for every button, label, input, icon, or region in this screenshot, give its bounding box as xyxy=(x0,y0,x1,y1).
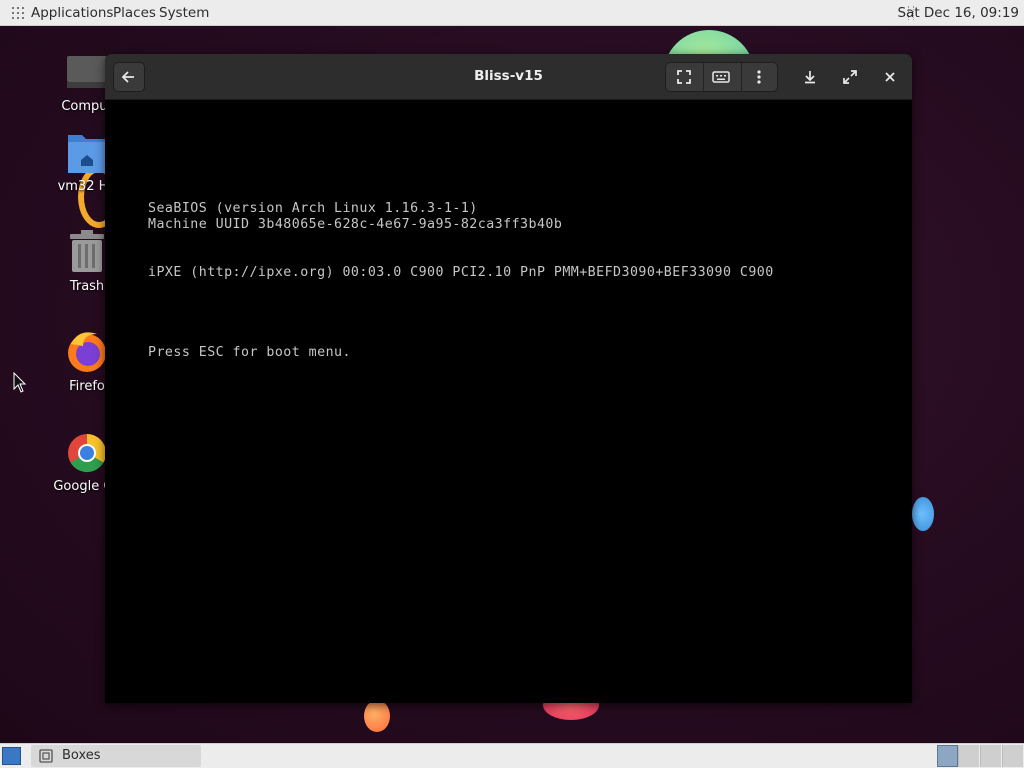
menu-icon xyxy=(757,70,761,84)
applications-grid-icon[interactable] xyxy=(12,7,24,19)
keyboard-icon xyxy=(712,71,730,83)
bottom-panel: Boxes xyxy=(0,743,1024,768)
menu-applications[interactable]: Applications xyxy=(31,5,113,21)
console-line: Press ESC for boot menu. xyxy=(148,345,351,360)
fullscreen-icon xyxy=(677,70,691,84)
workspace-1[interactable] xyxy=(937,745,958,767)
fullscreen-button[interactable] xyxy=(666,62,702,92)
window-title: Bliss-v15 xyxy=(474,68,543,84)
menu-places[interactable]: Places xyxy=(113,5,156,21)
boxes-window: Bliss-v15 SeaBIOS (version Arch Linux 1.… xyxy=(105,54,912,703)
workspace-4[interactable] xyxy=(1002,745,1023,767)
console-line: SeaBIOS (version Arch Linux 1.16.3-1-1) xyxy=(148,201,478,216)
taskbar-item-boxes[interactable]: Boxes xyxy=(31,745,201,767)
workspace-2[interactable] xyxy=(958,745,979,767)
boxes-app-icon xyxy=(39,749,53,763)
download-icon xyxy=(805,71,815,84)
show-desktop-button[interactable] xyxy=(2,747,21,765)
close-icon xyxy=(885,72,895,82)
download-button[interactable] xyxy=(794,62,826,92)
workspace-3[interactable] xyxy=(980,745,1001,767)
maximize-icon xyxy=(843,70,857,84)
clock[interactable]: Sat Dec 16, 09:19 xyxy=(897,5,1019,21)
wallpaper-blob xyxy=(364,700,390,732)
window-headerbar[interactable]: Bliss-v15 xyxy=(105,54,912,100)
console-line: iPXE (http://ipxe.org) 00:03.0 C900 PCI2… xyxy=(148,265,774,280)
mouse-cursor-icon xyxy=(13,372,27,393)
taskbar-item-label: Boxes xyxy=(62,748,101,763)
maximize-button[interactable] xyxy=(834,62,866,92)
close-button[interactable] xyxy=(874,62,906,92)
menu-button[interactable] xyxy=(741,62,777,92)
menu-system[interactable]: System xyxy=(159,5,209,21)
top-panel: Applications Places System Sat Dec 16, 0… xyxy=(0,0,1024,26)
keyboard-button[interactable] xyxy=(703,62,739,92)
console-line: Machine UUID 3b48065e-628c-4e67-9a95-82c… xyxy=(148,217,563,232)
vm-console-display[interactable]: SeaBIOS (version Arch Linux 1.16.3-1-1) … xyxy=(105,100,912,703)
wallpaper-blob xyxy=(912,497,934,531)
